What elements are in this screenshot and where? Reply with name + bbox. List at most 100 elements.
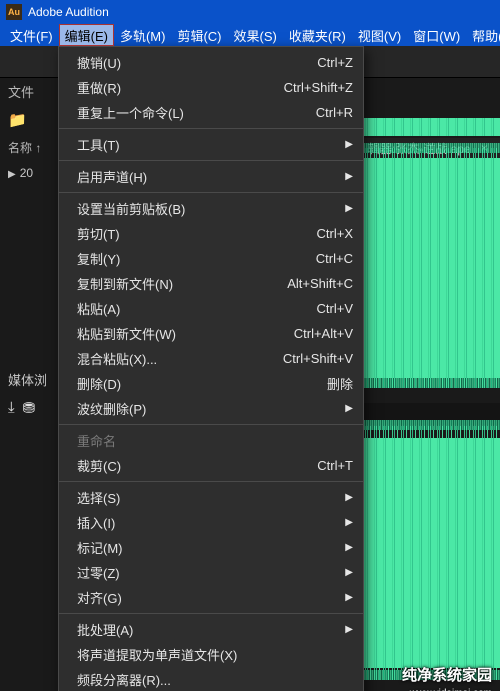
menu-entry-label: 插入(I) — [77, 513, 345, 532]
tree-item-label: 20 — [20, 166, 33, 180]
menu-entry[interactable]: 删除(D)删除 — [59, 371, 363, 396]
menu-entry-label: 启用声道(H) — [77, 167, 345, 186]
edit-menu-dropdown: 撤销(U)Ctrl+Z重做(R)Ctrl+Shift+Z重复上一个命令(L)Ct… — [58, 46, 364, 691]
menu-item[interactable]: 编辑(E) — [59, 24, 114, 46]
menu-entry[interactable]: 将声道提取为单声道文件(X) — [59, 642, 363, 667]
menu-entry[interactable]: 过零(Z)▶ — [59, 560, 363, 585]
app-icon: Au — [6, 4, 22, 20]
menu-entry-label: 混合粘贴(X)... — [77, 349, 273, 368]
menu-entry-label: 工具(T) — [77, 135, 345, 154]
menu-entry[interactable]: 复制(Y)Ctrl+C — [59, 246, 363, 271]
menu-shortcut: Ctrl+C — [306, 251, 353, 266]
menu-shortcut: Ctrl+Shift+Z — [274, 80, 353, 95]
menu-entry-label: 频段分离器(R)... — [77, 670, 353, 689]
menu-entry[interactable]: 剪切(T)Ctrl+X — [59, 221, 363, 246]
menu-entry-label: 重复上一个命令(L) — [77, 103, 306, 122]
menu-entry-label: 重命名 — [77, 431, 353, 450]
menu-item[interactable]: 帮助(H) — [466, 24, 500, 46]
tree-item[interactable]: ▶ 20 — [0, 160, 58, 186]
menu-entry: 重命名 — [59, 428, 363, 453]
menu-item[interactable]: 文件(F) — [4, 24, 59, 46]
menu-entry-label: 设置当前剪贴板(B) — [77, 199, 345, 218]
menu-entry-label: 剪切(T) — [77, 224, 307, 243]
menu-entry[interactable]: 选择(S)▶ — [59, 485, 363, 510]
menu-separator — [59, 481, 363, 482]
menu-item[interactable]: 效果(S) — [228, 24, 283, 46]
submenu-arrow-icon: ▶ — [345, 517, 353, 528]
menu-separator — [59, 160, 363, 161]
menu-entry-label: 选择(S) — [77, 488, 345, 507]
menu-shortcut: 删除 — [317, 374, 353, 393]
download-icon[interactable]: ⤓ — [8, 399, 15, 417]
submenu-arrow-icon: ▶ — [345, 203, 353, 214]
app-title: Adobe Audition — [28, 5, 109, 19]
menu-entry[interactable]: 复制到新文件(N)Alt+Shift+C — [59, 271, 363, 296]
submenu-arrow-icon: ▶ — [345, 139, 353, 150]
menu-shortcut: Ctrl+X — [307, 226, 353, 241]
menu-entry-label: 重做(R) — [77, 78, 274, 97]
menu-item[interactable]: 多轨(M) — [114, 24, 172, 46]
menu-entry[interactable]: 重做(R)Ctrl+Shift+Z — [59, 75, 363, 100]
menu-entry[interactable]: 撤销(U)Ctrl+Z — [59, 50, 363, 75]
menu-entry[interactable]: 标记(M)▶ — [59, 535, 363, 560]
menu-entry[interactable]: 设置当前剪贴板(B)▶ — [59, 196, 363, 221]
menu-entry[interactable]: 粘贴(A)Ctrl+V — [59, 296, 363, 321]
menu-entry-label: 批处理(A) — [77, 620, 345, 639]
menu-entry-label: 复制(Y) — [77, 249, 306, 268]
menu-shortcut: Ctrl+R — [306, 105, 353, 120]
menu-entry-label: 标记(M) — [77, 538, 345, 557]
name-column-header[interactable]: 名称 ↑ — [0, 135, 58, 160]
menu-entry[interactable]: 波纹删除(P)▶ — [59, 396, 363, 421]
menu-shortcut: Ctrl+T — [307, 458, 353, 473]
submenu-arrow-icon: ▶ — [345, 624, 353, 635]
file-panel: 文件 📁 名称 ↑ ▶ 20 媒体浏 ⤓ ⛃ — [0, 78, 58, 691]
menu-entry-label: 裁剪(C) — [77, 456, 307, 475]
menu-entry-label: 粘贴到新文件(W) — [77, 324, 284, 343]
submenu-arrow-icon: ▶ — [345, 542, 353, 553]
folder-icon[interactable]: 📁 — [8, 111, 27, 129]
submenu-arrow-icon: ▶ — [345, 492, 353, 503]
menu-entry[interactable]: 裁剪(C)Ctrl+T — [59, 453, 363, 478]
menu-entry-label: 波纹删除(P) — [77, 399, 345, 418]
menu-entry-label: 将声道提取为单声道文件(X) — [77, 645, 353, 664]
drive-icon[interactable]: ⛃ — [23, 399, 36, 417]
menu-item[interactable]: 收藏夹(R) — [283, 24, 352, 46]
menu-entry[interactable]: 插入(I)▶ — [59, 510, 363, 535]
menu-entry-label: 粘贴(A) — [77, 299, 307, 318]
menu-shortcut: Ctrl+Z — [307, 55, 353, 70]
menu-entry[interactable]: 重复上一个命令(L)Ctrl+R — [59, 100, 363, 125]
menu-entry-label: 删除(D) — [77, 374, 317, 393]
media-browser-title: 媒体浏 — [0, 366, 58, 393]
menu-entry[interactable]: 对齐(G)▶ — [59, 585, 363, 610]
file-panel-title: 文件 — [0, 78, 58, 105]
menu-entry[interactable]: 启用声道(H)▶ — [59, 164, 363, 189]
menu-separator — [59, 192, 363, 193]
menu-item[interactable]: 剪辑(C) — [171, 24, 227, 46]
menu-item[interactable]: 窗口(W) — [407, 24, 466, 46]
menu-entry[interactable]: 频段分离器(R)... — [59, 667, 363, 691]
menu-entry[interactable]: 工具(T)▶ — [59, 132, 363, 157]
watermark-text: 纯净系统家园 — [402, 664, 492, 685]
chevron-right-icon: ▶ — [8, 169, 16, 180]
menu-entry[interactable]: 混合粘贴(X)...Ctrl+Shift+V — [59, 346, 363, 371]
menu-entry[interactable]: 批处理(A)▶ — [59, 617, 363, 642]
menu-entry-label: 撤销(U) — [77, 53, 307, 72]
menu-item[interactable]: 视图(V) — [352, 24, 407, 46]
menu-entry-label: 对齐(G) — [77, 588, 345, 607]
titlebar: Au Adobe Audition — [0, 0, 500, 24]
menu-entry-label: 过零(Z) — [77, 563, 345, 582]
menu-shortcut: Ctrl+Shift+V — [273, 351, 353, 366]
menu-shortcut: Ctrl+Alt+V — [284, 326, 353, 341]
menu-entry-label: 复制到新文件(N) — [77, 274, 277, 293]
menu-separator — [59, 424, 363, 425]
menubar: 文件(F)编辑(E)多轨(M)剪辑(C)效果(S)收藏夹(R)视图(V)窗口(W… — [0, 24, 500, 46]
submenu-arrow-icon: ▶ — [345, 592, 353, 603]
menu-shortcut: Ctrl+V — [307, 301, 353, 316]
submenu-arrow-icon: ▶ — [345, 403, 353, 414]
menu-shortcut: Alt+Shift+C — [277, 276, 353, 291]
menu-entry[interactable]: 粘贴到新文件(W)Ctrl+Alt+V — [59, 321, 363, 346]
submenu-arrow-icon: ▶ — [345, 171, 353, 182]
menu-separator — [59, 613, 363, 614]
menu-separator — [59, 128, 363, 129]
submenu-arrow-icon: ▶ — [345, 567, 353, 578]
